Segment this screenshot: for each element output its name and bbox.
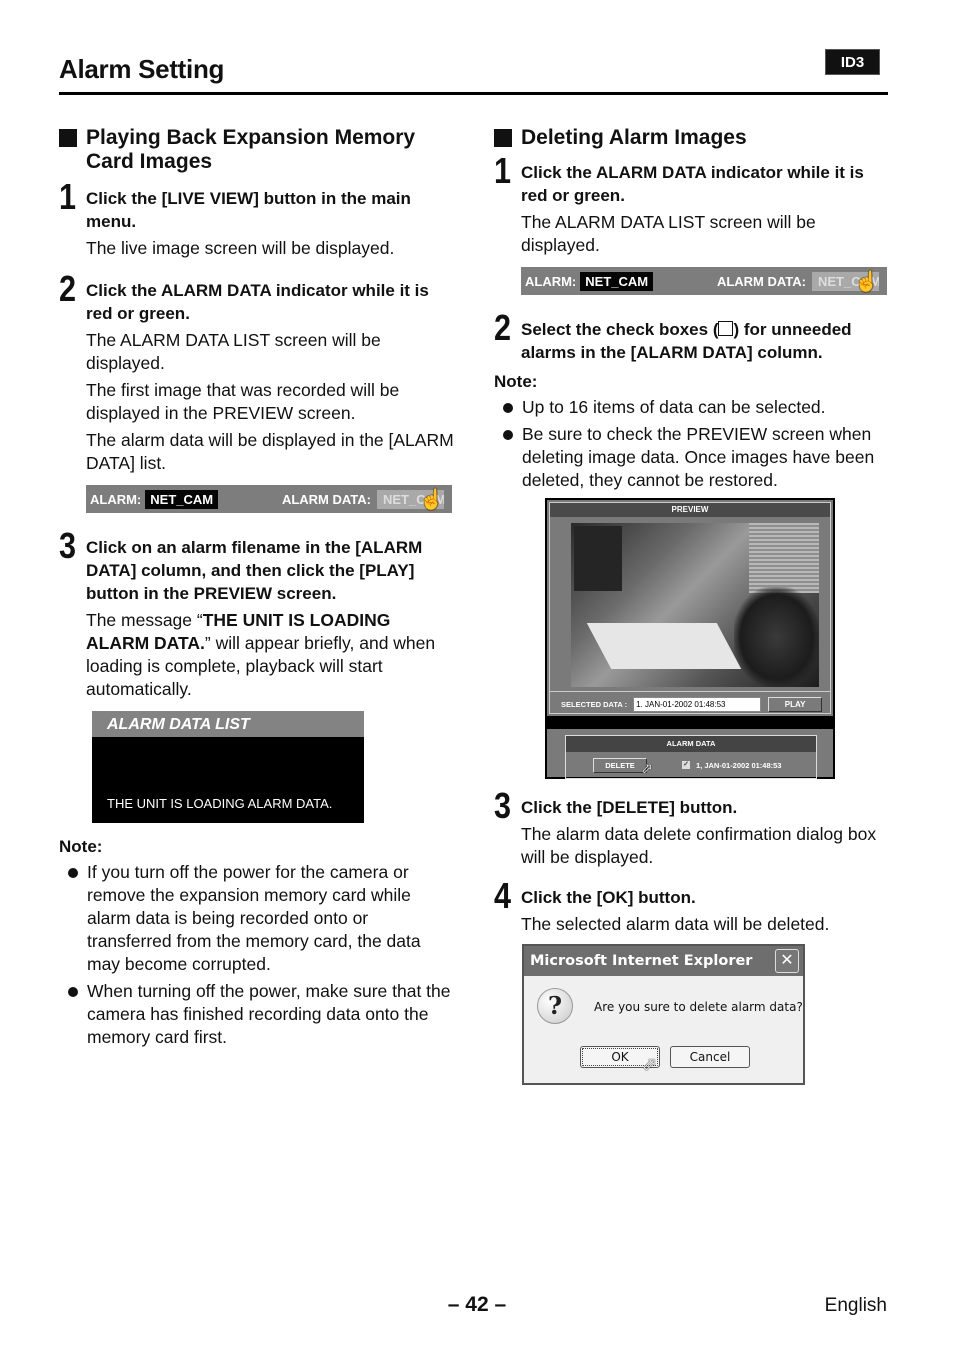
step-number: 4 <box>494 875 511 916</box>
play-button[interactable]: PLAY <box>768 696 823 712</box>
step-1: 1 Click the [LIVE VIEW] button in the ma… <box>59 176 454 260</box>
preview-image <box>571 523 819 687</box>
step-title: Click the ALARM DATA indicator while it … <box>521 163 864 205</box>
loading-message: THE UNIT IS LOADING ALARM DATA. <box>107 796 333 811</box>
step-text: The message “THE UNIT IS LOADING ALARM D… <box>86 610 436 699</box>
step-number: 3 <box>494 785 511 826</box>
bullet-icon <box>68 868 78 878</box>
id-badge: ID3 <box>825 49 880 75</box>
step-3: 3 Click on an alarm filename in the [ALA… <box>59 525 454 701</box>
arrow-cursor-icon: ⬀ <box>641 760 653 776</box>
cancel-button[interactable]: Cancel <box>670 1046 750 1068</box>
alarm-data-list-header: ALARM DATA LIST <box>92 711 364 737</box>
selected-data-label: SELECTED DATA : <box>561 699 628 709</box>
selected-data-field[interactable]: 1. JAN-01-2002 01:48:53 <box>633 696 762 712</box>
alarm-data-list-loading-screen: ALARM DATA LIST THE UNIT IS LOADING ALAR… <box>92 711 364 823</box>
checkbox-icon <box>718 321 734 336</box>
page-title: Alarm Setting <box>59 54 225 84</box>
preview-panel: PREVIEW SELECTED DATA : 1. JAN-01-2002 0… <box>549 502 831 714</box>
section-square-icon <box>59 129 77 147</box>
alarm-label: ALARM: <box>525 273 577 289</box>
step-title: Click the [LIVE VIEW] button in the main… <box>86 189 411 231</box>
bullet-icon <box>503 430 513 440</box>
question-icon: ? <box>537 988 573 1024</box>
close-icon[interactable]: ✕ <box>775 949 799 973</box>
note-label: Note: <box>59 837 103 856</box>
note-item: If you turn off the power for the camera… <box>59 861 454 976</box>
step-title: Click the [DELETE] button. <box>521 798 738 817</box>
alarm-status-bar: ALARM: NET_CAM ALARM DATA: NET_CAM ☝ <box>86 485 452 513</box>
alarm-data-row: DELETE ✓ 1, JAN-01-2002 01:48:53 <box>566 752 816 778</box>
step-title: Click the ALARM DATA indicator while it … <box>86 281 429 323</box>
section-heading-playback: Playing Back Expansion Memory Card Image… <box>59 126 454 174</box>
preview-header: PREVIEW <box>550 503 830 517</box>
step-number: 1 <box>59 176 76 217</box>
page-number: – 42 – <box>447 1293 507 1316</box>
step-4: 4 Click the [OK] button. The selected al… <box>494 875 889 936</box>
note-label: Note: <box>494 372 538 391</box>
step-3: 3 Click the [DELETE] button. The alarm d… <box>494 785 889 869</box>
note-item: Be sure to check the PREVIEW screen when… <box>494 423 889 492</box>
step-2: 2 Select the check boxes () for unneeded… <box>494 307 889 364</box>
section-heading-deleting: Deleting Alarm Images <box>494 126 889 150</box>
step-number: 2 <box>59 268 76 309</box>
step-number: 1 <box>494 150 511 191</box>
note-list: If you turn off the power for the camera… <box>59 861 454 1049</box>
delete-button[interactable]: DELETE <box>593 757 647 773</box>
alarm-data-label: ALARM DATA: <box>716 273 806 289</box>
section-square-icon <box>494 129 512 147</box>
alarm-data-label: ALARM DATA: <box>281 491 371 507</box>
dialog-message: Are you sure to delete alarm data? <box>594 1000 803 1014</box>
alarm-item-checkbox[interactable]: ✓ <box>682 761 690 769</box>
step-number: 3 <box>59 525 76 566</box>
left-column: Playing Back Expansion Memory Card Image… <box>59 126 454 1049</box>
alarm-item-label[interactable]: 1, JAN-01-2002 01:48:53 <box>696 761 781 770</box>
dialog-title: Microsoft Internet Explorer <box>524 946 803 976</box>
step-title: Click the [OK] button. <box>521 888 696 907</box>
selected-data-row: SELECTED DATA : 1. JAN-01-2002 01:48:53 … <box>550 691 830 716</box>
hand-cursor-icon: ☝ <box>854 271 879 293</box>
alarm-label: ALARM: <box>90 491 142 507</box>
arrow-cursor-icon: ⬀ <box>642 1054 658 1074</box>
alarm-camera-name: NET_CAM <box>145 489 219 509</box>
note-list: Up to 16 items of data can be selected. … <box>494 396 889 492</box>
step-1: 1 Click the ALARM DATA indicator while i… <box>494 150 889 295</box>
step-text: The live image screen will be displayed. <box>86 238 395 258</box>
preview-screen: PREVIEW SELECTED DATA : 1. JAN-01-2002 0… <box>545 498 835 779</box>
language-label: English <box>824 1295 887 1316</box>
alarm-data-panel: ALARM DATA DELETE ✓ 1, JAN-01-2002 01:48… <box>565 735 817 779</box>
step-2: 2 Click the ALARM DATA indicator while i… <box>59 268 454 513</box>
step-text: The alarm data delete confirmation dialo… <box>521 824 877 867</box>
alarm-status-bar: ALARM: NET_CAM ALARM DATA: NET_CAM ☝ <box>521 267 887 295</box>
right-column: Deleting Alarm Images 1 Click the ALARM … <box>494 126 889 1085</box>
hand-cursor-icon: ☝ <box>419 489 444 511</box>
note-item: When turning off the power, make sure th… <box>59 980 454 1049</box>
note-item: Up to 16 items of data can be selected. <box>494 396 889 419</box>
step-number: 2 <box>494 307 511 348</box>
header-rule <box>59 92 888 95</box>
step-text: The selected alarm data will be deleted. <box>521 914 830 934</box>
confirm-dialog: Microsoft Internet Explorer ✕ ? Are you … <box>522 944 805 1085</box>
step-title: Select the check boxes () for unneeded a… <box>521 320 852 362</box>
step-title: Click on an alarm filename in the [ALARM… <box>86 538 423 603</box>
step-text: The first image that was recorded will b… <box>86 380 400 423</box>
step-text: The ALARM DATA LIST screen will be displ… <box>521 212 816 255</box>
bullet-icon <box>503 403 513 413</box>
alarm-camera-name: NET_CAM <box>580 271 654 291</box>
step-text: The ALARM DATA LIST screen will be displ… <box>86 330 381 373</box>
alarm-data-header: ALARM DATA <box>566 736 816 752</box>
bullet-icon <box>68 987 78 997</box>
step-text: The alarm data will be displayed in the … <box>86 430 454 473</box>
